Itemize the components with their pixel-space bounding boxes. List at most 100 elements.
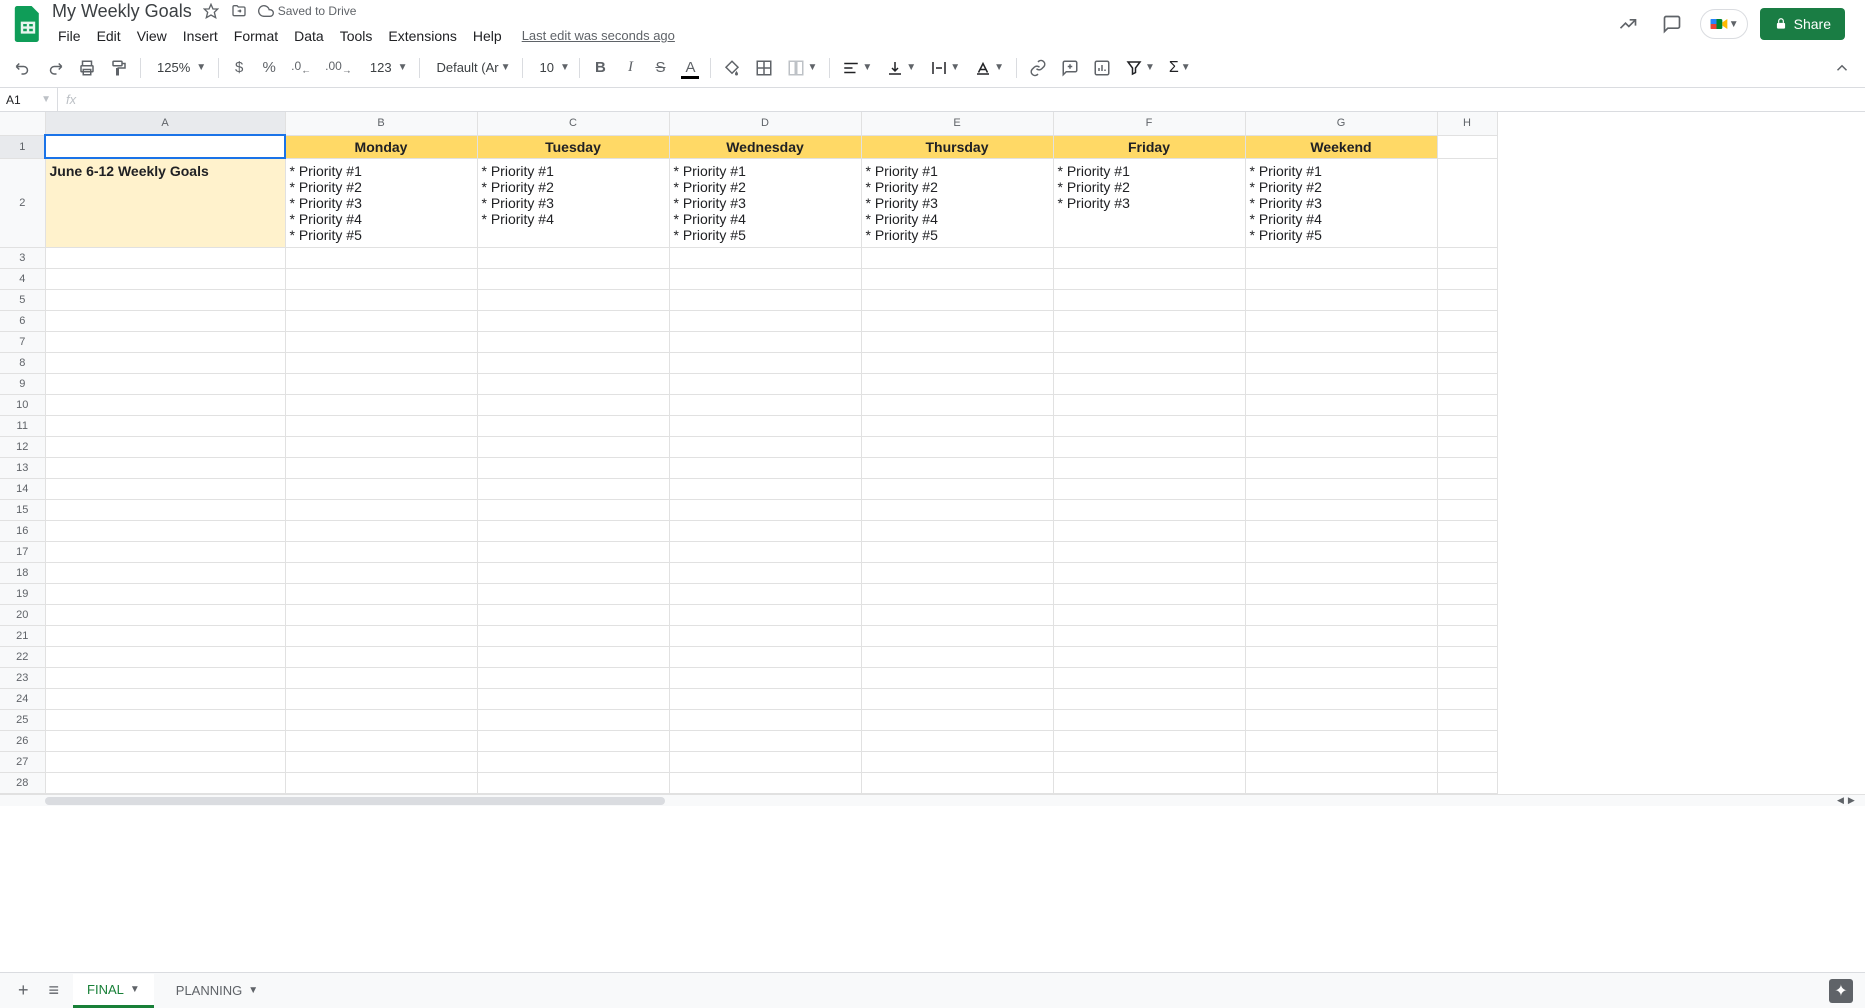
strikethrough-button[interactable]: S bbox=[646, 54, 674, 82]
cell-B18[interactable] bbox=[285, 562, 477, 583]
cell-H27[interactable] bbox=[1437, 751, 1497, 772]
percent-button[interactable]: % bbox=[255, 54, 283, 82]
row-header-9[interactable]: 9 bbox=[0, 373, 45, 394]
select-all-corner[interactable] bbox=[0, 112, 45, 135]
menu-data[interactable]: Data bbox=[286, 24, 332, 48]
h-align-button[interactable]: ▼ bbox=[836, 55, 878, 81]
cell-G4[interactable] bbox=[1245, 268, 1437, 289]
row-header-7[interactable]: 7 bbox=[0, 331, 45, 352]
cell-G3[interactable] bbox=[1245, 247, 1437, 268]
insert-link-button[interactable] bbox=[1023, 54, 1053, 82]
cell-F28[interactable] bbox=[1053, 772, 1245, 793]
font-size-dropdown[interactable]: 10▼ bbox=[529, 56, 573, 79]
cell-G26[interactable] bbox=[1245, 730, 1437, 751]
cell-E7[interactable] bbox=[861, 331, 1053, 352]
cell-C1[interactable]: Tuesday bbox=[477, 135, 669, 158]
cell-A12[interactable] bbox=[45, 436, 285, 457]
text-color-button[interactable]: A bbox=[676, 54, 704, 82]
cell-B27[interactable] bbox=[285, 751, 477, 772]
cell-G13[interactable] bbox=[1245, 457, 1437, 478]
cell-H18[interactable] bbox=[1437, 562, 1497, 583]
row-header-23[interactable]: 23 bbox=[0, 667, 45, 688]
cell-H13[interactable] bbox=[1437, 457, 1497, 478]
row-header-6[interactable]: 6 bbox=[0, 310, 45, 331]
cell-B12[interactable] bbox=[285, 436, 477, 457]
version-history-icon[interactable] bbox=[1612, 8, 1644, 40]
cell-A4[interactable] bbox=[45, 268, 285, 289]
cell-E6[interactable] bbox=[861, 310, 1053, 331]
menu-insert[interactable]: Insert bbox=[175, 24, 226, 48]
row-header-3[interactable]: 3 bbox=[0, 247, 45, 268]
cell-G20[interactable] bbox=[1245, 604, 1437, 625]
cell-H28[interactable] bbox=[1437, 772, 1497, 793]
cell-D18[interactable] bbox=[669, 562, 861, 583]
sheet-tab-final[interactable]: FINAL▼ bbox=[73, 974, 154, 1008]
cell-D22[interactable] bbox=[669, 646, 861, 667]
cell-F3[interactable] bbox=[1053, 247, 1245, 268]
cell-E27[interactable] bbox=[861, 751, 1053, 772]
zoom-dropdown[interactable]: 125%▼ bbox=[147, 56, 212, 79]
cell-D28[interactable] bbox=[669, 772, 861, 793]
cell-C21[interactable] bbox=[477, 625, 669, 646]
cell-D25[interactable] bbox=[669, 709, 861, 730]
cell-C9[interactable] bbox=[477, 373, 669, 394]
cell-D12[interactable] bbox=[669, 436, 861, 457]
cell-D17[interactable] bbox=[669, 541, 861, 562]
row-header-20[interactable]: 20 bbox=[0, 604, 45, 625]
cell-B19[interactable] bbox=[285, 583, 477, 604]
cell-D16[interactable] bbox=[669, 520, 861, 541]
cell-F7[interactable] bbox=[1053, 331, 1245, 352]
cell-F13[interactable] bbox=[1053, 457, 1245, 478]
cell-B3[interactable] bbox=[285, 247, 477, 268]
cell-B4[interactable] bbox=[285, 268, 477, 289]
cell-F16[interactable] bbox=[1053, 520, 1245, 541]
cell-H21[interactable] bbox=[1437, 625, 1497, 646]
cell-G5[interactable] bbox=[1245, 289, 1437, 310]
cell-C22[interactable] bbox=[477, 646, 669, 667]
cell-A28[interactable] bbox=[45, 772, 285, 793]
last-edit-link[interactable]: Last edit was seconds ago bbox=[522, 28, 675, 43]
cell-A8[interactable] bbox=[45, 352, 285, 373]
cell-F5[interactable] bbox=[1053, 289, 1245, 310]
document-title[interactable]: My Weekly Goals bbox=[52, 1, 192, 22]
cell-A19[interactable] bbox=[45, 583, 285, 604]
cell-H25[interactable] bbox=[1437, 709, 1497, 730]
cell-F20[interactable] bbox=[1053, 604, 1245, 625]
collapse-toolbar-button[interactable] bbox=[1827, 54, 1857, 82]
cell-E3[interactable] bbox=[861, 247, 1053, 268]
cell-B26[interactable] bbox=[285, 730, 477, 751]
cell-B6[interactable] bbox=[285, 310, 477, 331]
cell-C10[interactable] bbox=[477, 394, 669, 415]
cell-F18[interactable] bbox=[1053, 562, 1245, 583]
cell-F1[interactable]: Friday bbox=[1053, 135, 1245, 158]
cell-E11[interactable] bbox=[861, 415, 1053, 436]
cell-H3[interactable] bbox=[1437, 247, 1497, 268]
add-sheet-button[interactable]: + bbox=[12, 974, 35, 1007]
cell-H4[interactable] bbox=[1437, 268, 1497, 289]
cell-E21[interactable] bbox=[861, 625, 1053, 646]
insert-chart-button[interactable] bbox=[1087, 54, 1117, 82]
cell-B21[interactable] bbox=[285, 625, 477, 646]
cell-F10[interactable] bbox=[1053, 394, 1245, 415]
row-header-1[interactable]: 1 bbox=[0, 135, 45, 158]
cell-F8[interactable] bbox=[1053, 352, 1245, 373]
cell-B25[interactable] bbox=[285, 709, 477, 730]
cell-H14[interactable] bbox=[1437, 478, 1497, 499]
row-header-13[interactable]: 13 bbox=[0, 457, 45, 478]
cell-D3[interactable] bbox=[669, 247, 861, 268]
cell-C24[interactable] bbox=[477, 688, 669, 709]
share-button[interactable]: Share bbox=[1760, 8, 1845, 40]
cell-D20[interactable] bbox=[669, 604, 861, 625]
cell-F14[interactable] bbox=[1053, 478, 1245, 499]
cell-H26[interactable] bbox=[1437, 730, 1497, 751]
col-header-E[interactable]: E bbox=[861, 112, 1053, 135]
cell-F23[interactable] bbox=[1053, 667, 1245, 688]
cell-H6[interactable] bbox=[1437, 310, 1497, 331]
cell-B7[interactable] bbox=[285, 331, 477, 352]
row-header-4[interactable]: 4 bbox=[0, 268, 45, 289]
cell-A7[interactable] bbox=[45, 331, 285, 352]
cell-D15[interactable] bbox=[669, 499, 861, 520]
cell-C26[interactable] bbox=[477, 730, 669, 751]
cell-G15[interactable] bbox=[1245, 499, 1437, 520]
cell-H8[interactable] bbox=[1437, 352, 1497, 373]
